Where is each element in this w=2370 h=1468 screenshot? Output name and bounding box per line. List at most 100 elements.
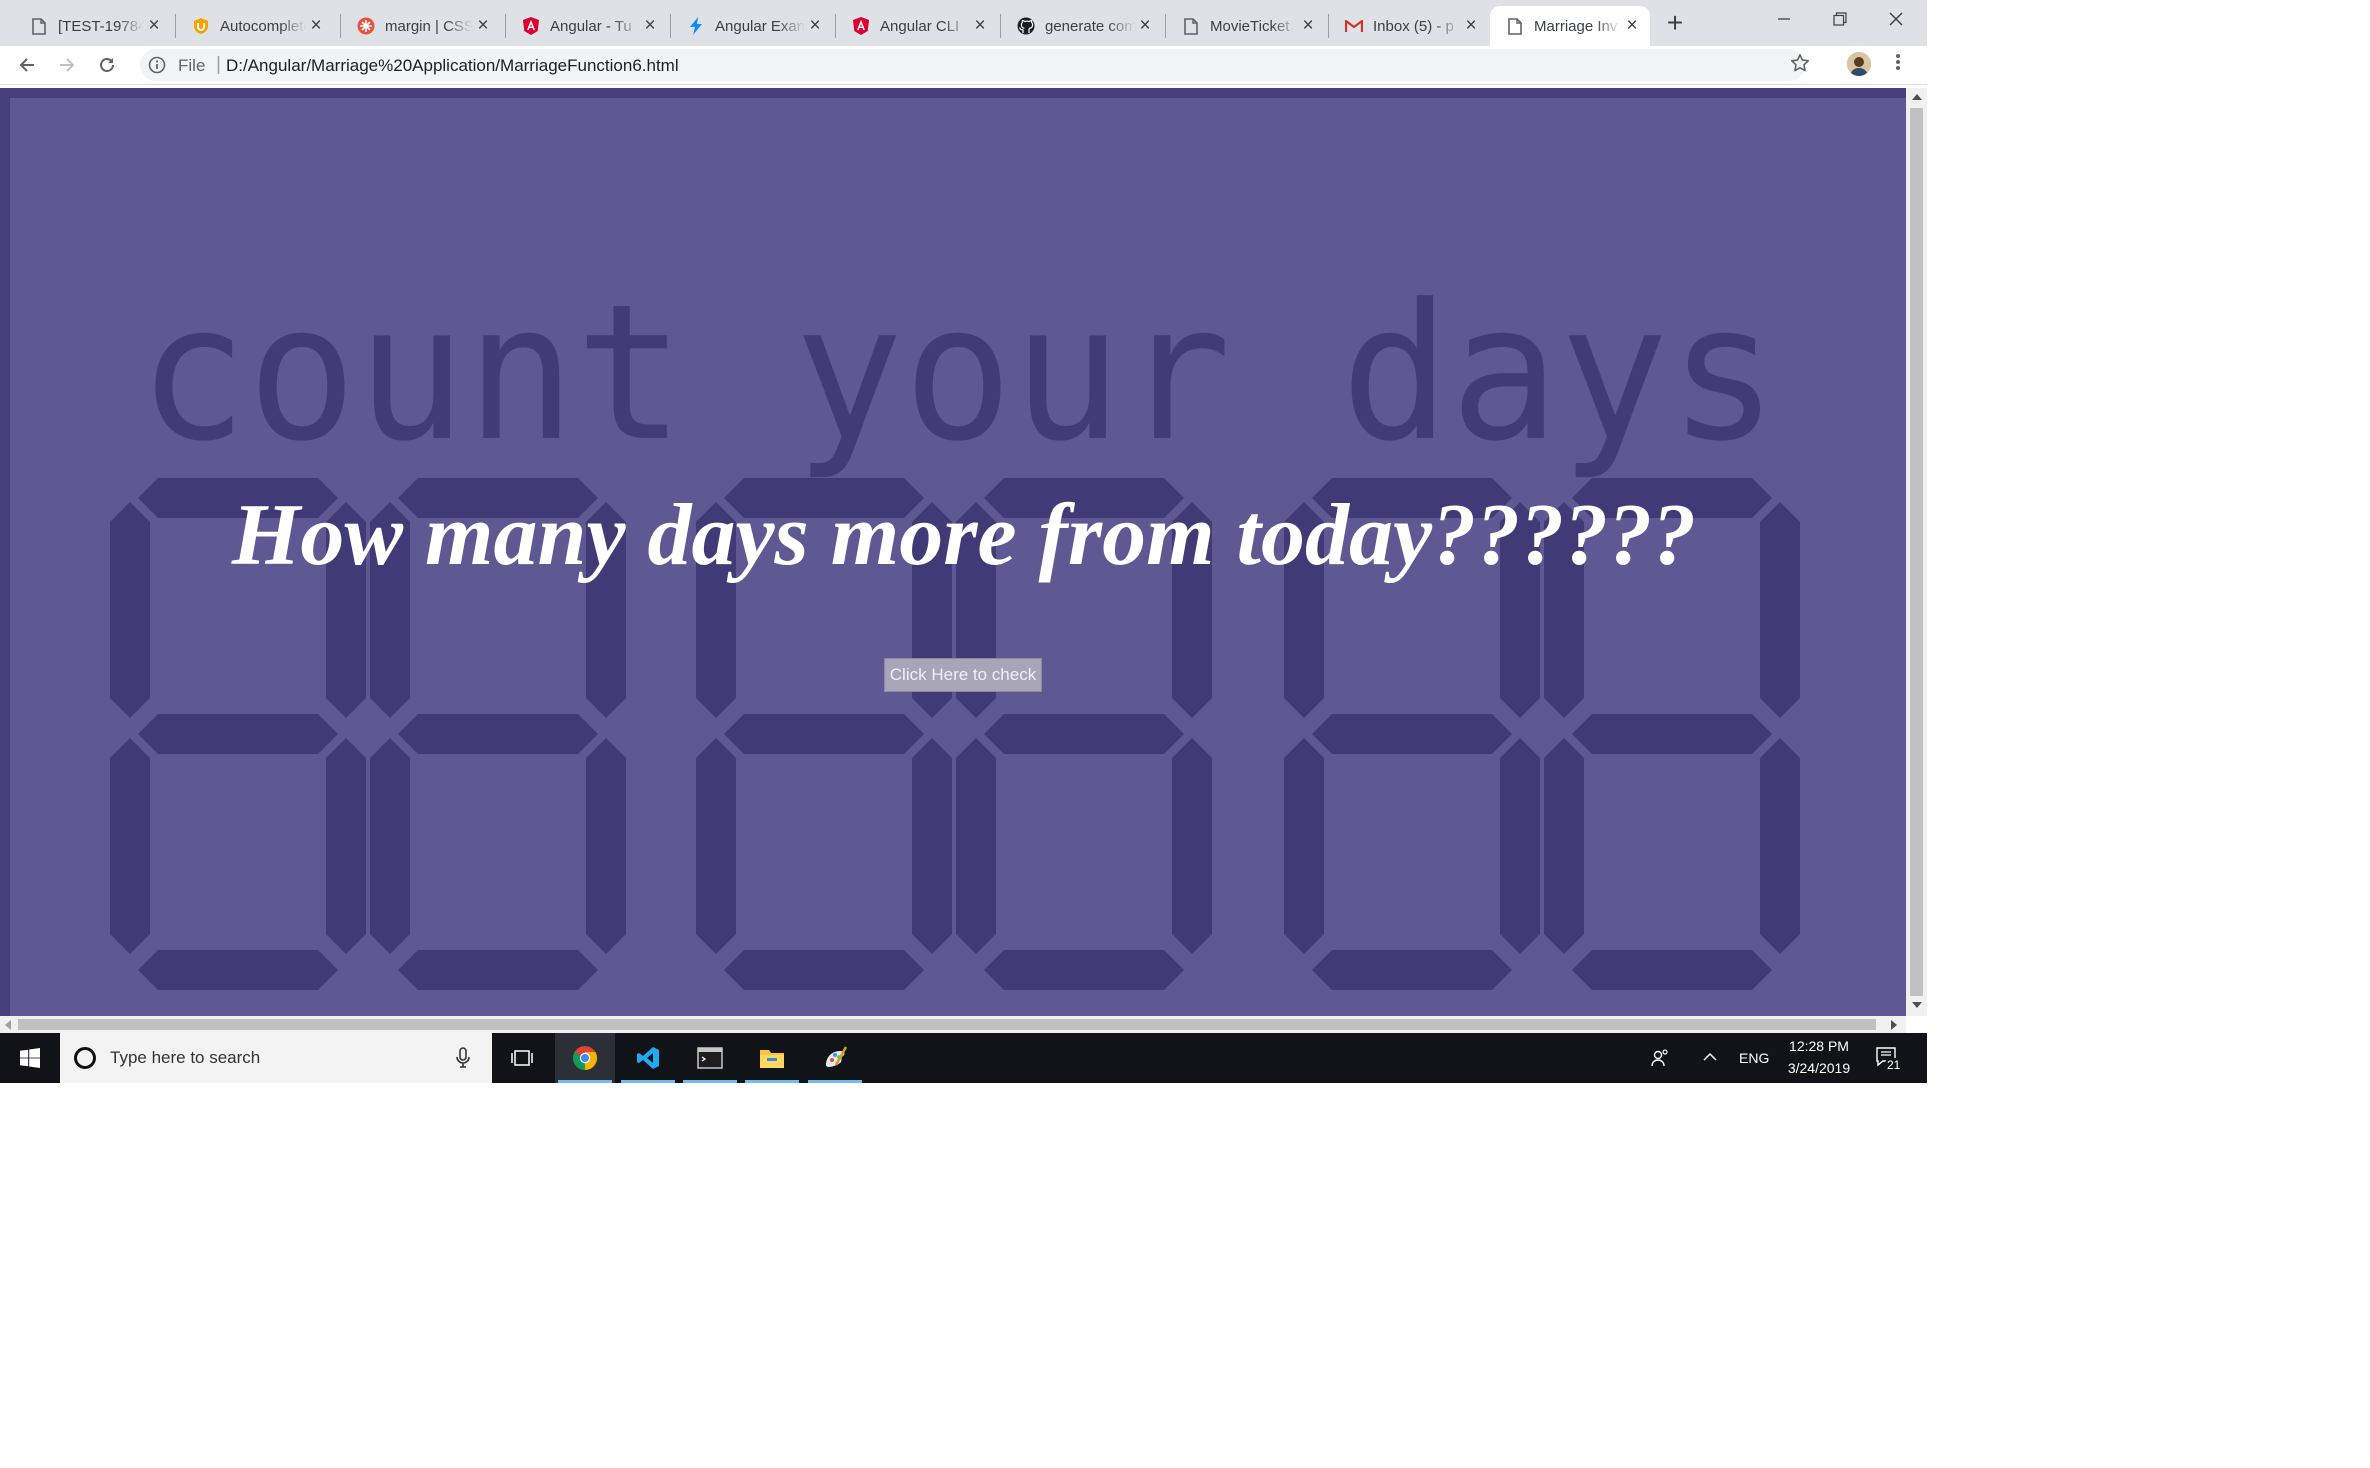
restore-button[interactable] — [1812, 0, 1868, 38]
digit-segment — [1284, 738, 1324, 954]
digit-segment — [1572, 714, 1772, 754]
taskbar-file-explorer[interactable] — [742, 1033, 802, 1083]
digit-segment — [586, 738, 626, 954]
scroll-left-icon[interactable] — [5, 1020, 11, 1030]
close-icon[interactable]: × — [1461, 15, 1481, 36]
horizontal-scroll-thumb[interactable] — [18, 1019, 1876, 1030]
scroll-up-icon[interactable] — [1912, 94, 1922, 100]
vertical-scrollbar[interactable] — [1906, 88, 1927, 1016]
scroll-right-icon[interactable] — [1891, 1020, 1897, 1030]
digit-segment — [984, 714, 1184, 754]
browser-toolbar: File | D:/Angular/Marriage%20Application… — [0, 46, 1927, 85]
taskbar-terminal[interactable] — [680, 1033, 740, 1083]
gmail-icon — [1345, 17, 1363, 35]
stackblitz-icon — [687, 17, 705, 35]
active-indicator — [558, 1080, 612, 1083]
tab-angular-cli[interactable]: Angular CLI × — [836, 6, 998, 46]
chevron-up-icon[interactable] — [1702, 1049, 1718, 1068]
background-lettering: count your days — [138, 264, 1778, 483]
people-icon[interactable] — [1650, 1048, 1670, 1071]
close-icon[interactable]: × — [306, 15, 326, 36]
avatar-image — [1847, 52, 1871, 76]
taskbar-search[interactable]: Type here to search — [60, 1033, 492, 1083]
input-language[interactable]: ENG — [1739, 1050, 1769, 1066]
restore-icon — [1833, 12, 1847, 26]
tab-movieticket[interactable]: MovieTicket × — [1166, 6, 1326, 46]
active-indicator — [683, 1080, 737, 1083]
digit-segment — [1544, 738, 1584, 954]
close-icon[interactable]: × — [144, 15, 164, 36]
tab-inbox[interactable]: Inbox (5) - p × — [1329, 6, 1489, 46]
task-view-button[interactable] — [492, 1033, 552, 1083]
digit-segment — [724, 714, 924, 754]
address-bar[interactable]: File | D:/Angular/Marriage%20Application… — [140, 49, 1805, 81]
microphone-icon[interactable] — [455, 1047, 471, 1074]
search-placeholder: Type here to search — [110, 1048, 261, 1067]
close-icon[interactable]: × — [970, 15, 990, 36]
close-icon[interactable]: × — [473, 15, 493, 36]
new-tab-button[interactable]: + — [1660, 7, 1690, 38]
bookmark-star-icon[interactable] — [1790, 53, 1810, 78]
vertical-scroll-thumb[interactable] — [1910, 108, 1923, 996]
url-separator: | — [216, 54, 221, 75]
digit-segment — [956, 738, 996, 954]
profile-avatar[interactable] — [1847, 52, 1871, 76]
notification-count: 21 — [1885, 1058, 1903, 1072]
digit-segment — [1500, 738, 1540, 954]
chrome-icon — [572, 1046, 598, 1070]
digit-segment — [1172, 738, 1212, 954]
digit-segment — [326, 738, 366, 954]
clock-time[interactable]: 12:28 PM — [1789, 1038, 1849, 1054]
digit-segment — [1312, 714, 1512, 754]
tab-angular-tutorial[interactable]: Angular - Tu × — [506, 6, 668, 46]
close-icon[interactable]: × — [640, 15, 660, 36]
more-vertical-icon[interactable] — [1895, 52, 1901, 77]
active-indicator — [808, 1080, 862, 1083]
tab-test-ticket[interactable]: [TEST-19784] × — [14, 6, 172, 46]
digit-segment — [1760, 738, 1800, 954]
clock-date[interactable]: 3/24/2019 — [1784, 1060, 1854, 1076]
taskbar-paint[interactable] — [805, 1033, 865, 1083]
active-indicator — [745, 1080, 799, 1083]
headline: How many days more from today?????? — [231, 487, 1697, 584]
close-window-button[interactable] — [1868, 0, 1924, 38]
tab-title: Inbox (5) - p — [1373, 17, 1454, 35]
close-icon[interactable]: × — [1135, 15, 1155, 36]
url-text[interactable]: D:/Angular/Marriage%20Application/Marria… — [226, 56, 679, 76]
forward-button[interactable] — [52, 50, 82, 80]
close-icon[interactable]: × — [805, 15, 825, 36]
terminal-icon — [697, 1047, 723, 1069]
back-button[interactable] — [12, 50, 42, 80]
close-icon[interactable]: × — [1298, 15, 1318, 36]
info-icon[interactable] — [148, 56, 166, 79]
digit-segment — [984, 950, 1184, 990]
document-icon — [1182, 17, 1200, 35]
check-days-button[interactable]: Click Here to check — [884, 658, 1042, 692]
reload-button[interactable] — [92, 50, 122, 80]
tab-marriage-invitation[interactable]: Marriage Inv × — [1490, 6, 1650, 46]
tab-margin-css[interactable]: margin | CSS × — [341, 6, 501, 46]
tab-autocomplete[interactable]: Autocomplete × — [176, 6, 334, 46]
digit-segment — [138, 714, 338, 754]
tab-github-generate[interactable]: generate com × — [1001, 6, 1163, 46]
digit-segment — [1572, 950, 1772, 990]
start-button[interactable] — [0, 1033, 60, 1083]
document-icon — [30, 17, 48, 35]
scroll-down-icon[interactable] — [1912, 1002, 1922, 1008]
horizontal-scrollbar[interactable] — [0, 1016, 1906, 1033]
tab-title: generate com — [1045, 17, 1135, 35]
browser-window: [TEST-19784] × Autocomplete × margin | C… — [0, 0, 1927, 1083]
taskbar-vscode[interactable] — [618, 1033, 678, 1083]
task-view-icon — [511, 1050, 533, 1066]
folder-icon — [760, 1050, 784, 1068]
tab-title: margin | CSS — [385, 17, 473, 35]
cortana-icon — [74, 1047, 96, 1069]
tab-title: Marriage Inv — [1534, 17, 1618, 35]
digit-segment — [696, 738, 736, 954]
close-icon[interactable]: × — [1622, 15, 1642, 36]
taskbar-chrome[interactable] — [555, 1033, 615, 1083]
tab-angular-example[interactable]: Angular Exam × — [671, 6, 833, 46]
vscode-icon — [637, 1047, 659, 1069]
minimize-button[interactable] — [1756, 0, 1812, 38]
arrow-left-icon — [19, 58, 34, 72]
